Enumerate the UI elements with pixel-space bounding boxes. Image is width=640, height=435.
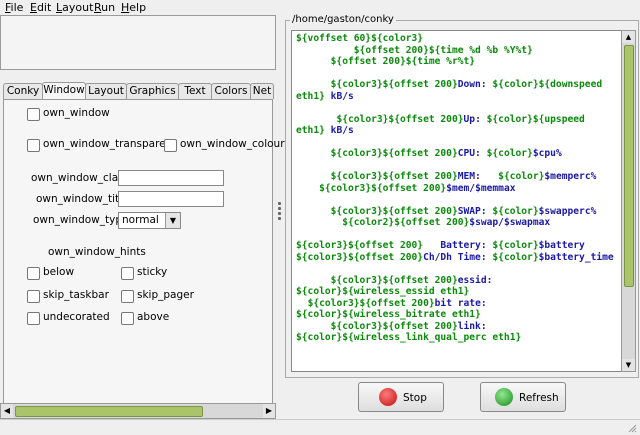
editor-path-label: /home/gaston/conky: [290, 14, 396, 25]
top-panel: [0, 15, 276, 70]
hint-sticky-label: sticky: [137, 266, 168, 278]
chevron-down-icon: ▼: [165, 213, 180, 228]
menu-layout[interactable]: Layout: [56, 1, 93, 14]
own-window-label: own_window: [43, 107, 110, 119]
menu-file[interactable]: File: [5, 1, 23, 14]
editor-content: ${voffset 60}${color3} ${offset 200}${ti…: [296, 33, 614, 343]
refresh-icon: [495, 388, 513, 406]
menu-bar: File Edit Layout Run Help: [0, 0, 640, 15]
menu-help[interactable]: Help: [121, 1, 146, 14]
own-window-colour-checkbox[interactable]: [164, 139, 177, 152]
hint-undecorated-checkbox[interactable]: [27, 312, 40, 325]
hint-undecorated-label: undecorated: [43, 311, 110, 323]
scrollbar-thumb[interactable]: [624, 45, 634, 287]
tab-conky[interactable]: Conky: [3, 83, 43, 99]
own-window-checkbox[interactable]: [27, 108, 40, 121]
menu-edit[interactable]: Edit: [30, 1, 51, 14]
hint-above-label: above: [137, 311, 170, 323]
scroll-down-icon[interactable]: ▼: [622, 359, 635, 371]
tab-colors[interactable]: Colors: [211, 83, 251, 99]
stop-icon: [379, 388, 397, 406]
editor-vertical-scrollbar[interactable]: ▲ ▼: [621, 30, 636, 372]
own-window-class-input[interactable]: [118, 170, 224, 186]
hint-sticky-checkbox[interactable]: [121, 267, 134, 280]
scroll-left-icon[interactable]: ◀: [1, 404, 13, 418]
stop-button[interactable]: Stop: [358, 382, 444, 412]
tab-window[interactable]: Window: [42, 82, 86, 100]
tab-text[interactable]: Text: [178, 83, 212, 99]
left-horizontal-scrollbar[interactable]: ◀ ▶: [0, 403, 276, 419]
hint-skip-pager-checkbox[interactable]: [121, 290, 134, 303]
menu-run[interactable]: Run: [94, 1, 115, 14]
own-window-colour-label: own_window_colour: [180, 138, 285, 150]
own-window-type-select[interactable]: normal ▼: [118, 212, 181, 229]
own-window-transparent-checkbox[interactable]: [27, 139, 40, 152]
hint-below-label: below: [43, 266, 75, 278]
scroll-right-icon[interactable]: ▶: [263, 404, 275, 418]
hint-skip-pager-label: skip_pager: [137, 289, 194, 301]
hint-above-checkbox[interactable]: [121, 312, 134, 325]
own-window-title-input[interactable]: [118, 191, 224, 207]
hint-below-checkbox[interactable]: [27, 267, 40, 280]
conky-text-editor[interactable]: ${voffset 60}${color3} ${offset 200}${ti…: [291, 30, 623, 372]
status-bar: [0, 419, 640, 435]
own-window-title-label: own_window_title: [36, 193, 129, 205]
own-window-transparent-label: own_window_transparent: [43, 138, 177, 150]
window-tab-panel: own_window own_window_transparent own_wi…: [3, 99, 285, 405]
hint-skip-taskbar-label: skip_taskbar: [43, 289, 109, 301]
tab-net[interactable]: Net: [250, 83, 274, 99]
pane-splitter-handle[interactable]: [278, 200, 282, 226]
own-window-hints-label: own_window_hints: [48, 246, 146, 258]
resize-grip-icon[interactable]: [627, 423, 637, 433]
scroll-up-icon[interactable]: ▲: [622, 31, 635, 43]
scrollbar-thumb[interactable]: [15, 406, 203, 417]
hint-skip-taskbar-checkbox[interactable]: [27, 290, 40, 303]
own-window-class-label: own_window_class: [31, 172, 130, 184]
own-window-type-label: own_window_type: [33, 214, 129, 226]
tab-graphics[interactable]: Graphics: [126, 83, 179, 99]
left-pane: Conky Window Layout Graphics Text Colors…: [0, 15, 285, 419]
tab-layout[interactable]: Layout: [85, 83, 127, 99]
refresh-button[interactable]: Refresh: [480, 382, 566, 412]
